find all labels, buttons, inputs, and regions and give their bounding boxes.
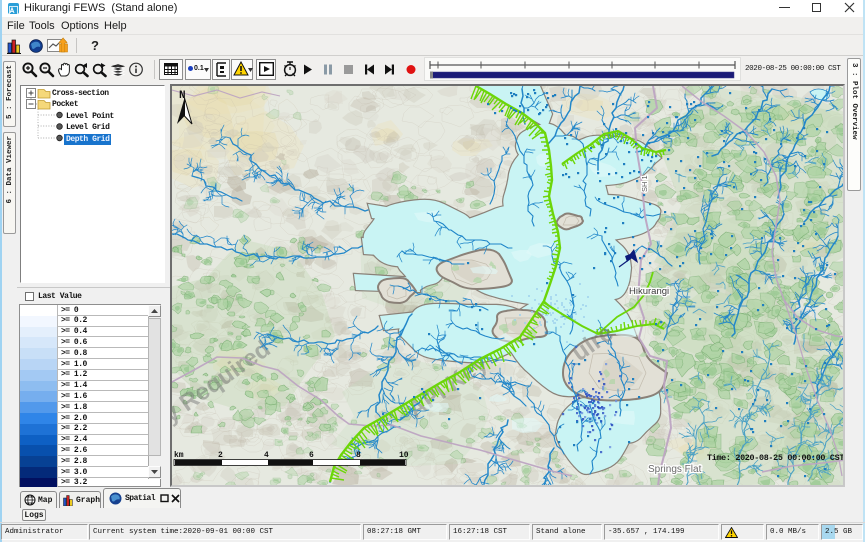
svg-text:6: 6 — [309, 451, 314, 460]
svg-text:8: 8 — [356, 451, 361, 460]
svg-text:2: 2 — [218, 451, 223, 460]
svg-text:Springs Flat: Springs Flat — [648, 464, 702, 475]
svg-text:Time: 2020-08-25 00:00:00 CST: Time: 2020-08-25 00:00:00 CST — [707, 453, 843, 463]
svg-text:km: km — [174, 451, 184, 460]
svg-text:SH 1: SH 1 — [640, 175, 649, 192]
svg-text:10: 10 — [399, 451, 409, 460]
svg-text:4: 4 — [264, 451, 269, 460]
svg-text:Hikurangi: Hikurangi — [629, 286, 669, 297]
